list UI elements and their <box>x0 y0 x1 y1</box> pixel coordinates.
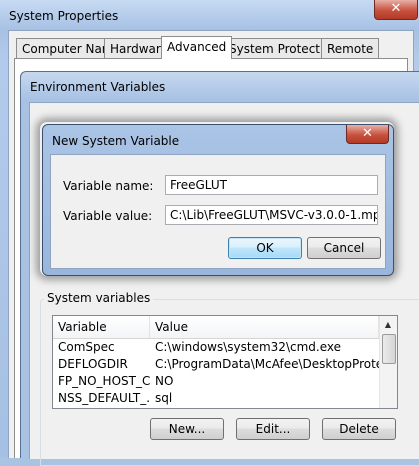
variable-value-cell: C:\windows\system32\cmd.exe <box>155 340 341 354</box>
dialog-title: Environment Variables <box>30 80 166 94</box>
vertical-scrollbar[interactable]: ▲ <box>379 316 397 408</box>
new-system-variable-dialog: New System Variable ✕ Variable name: Fre… <box>42 124 394 276</box>
tab-remote[interactable]: Remote <box>321 38 380 58</box>
variable-value-field[interactable]: C:\Lib\FreeGLUT\MSVC-v3.0.0-1.mp <box>165 205 378 225</box>
variable-name-cell: DEFLOGDIR <box>58 357 128 371</box>
variable-name-cell: ComSpec <box>58 340 115 354</box>
variable-value-label: Variable value: <box>63 209 153 223</box>
list-item[interactable]: NSS_DEFAULT_... sql <box>53 390 379 407</box>
variable-name-label: Variable name: <box>63 179 154 193</box>
column-header-value[interactable]: Value <box>150 316 379 338</box>
system-variables-label: System variables <box>44 291 154 305</box>
scroll-up-icon[interactable]: ▲ <box>381 317 395 332</box>
variable-value-cell: NO <box>155 374 174 388</box>
close-icon: ✕ <box>362 126 373 141</box>
variable-name-field[interactable]: FreeGLUT <box>165 175 378 195</box>
list-header: Variable Value <box>53 316 379 339</box>
list-item[interactable]: ComSpec C:\windows\system32\cmd.exe <box>53 339 379 356</box>
new-button[interactable]: New... <box>150 418 224 440</box>
close-button[interactable]: ✕ <box>346 125 389 144</box>
dialog-title: New System Variable <box>52 134 180 148</box>
list-item[interactable]: DEFLOGDIR C:\ProgramData\McAfee\DesktopP… <box>53 356 379 373</box>
close-icon: ✕ <box>390 1 402 16</box>
cancel-button[interactable]: Cancel <box>307 237 381 259</box>
system-variables-list[interactable]: Variable Value ComSpec C:\windows\system… <box>52 315 398 409</box>
variable-value-cell: C:\ProgramData\McAfee\DesktopProtec... <box>155 357 379 371</box>
edit-button[interactable]: Edit... <box>236 418 310 440</box>
delete-button[interactable]: Delete <box>322 418 396 440</box>
variable-value-cell: sql <box>155 391 173 405</box>
variable-name-cell: FP_NO_HOST_C... <box>58 374 150 388</box>
scrollbar-thumb[interactable] <box>382 334 396 364</box>
tab-advanced[interactable]: Advanced <box>161 36 233 59</box>
column-header-variable[interactable]: Variable <box>53 316 150 338</box>
window-title: System Properties <box>9 9 119 23</box>
ok-button[interactable]: OK <box>228 237 302 259</box>
list-item[interactable]: FP_NO_HOST_C... NO <box>53 373 379 390</box>
variable-name-cell: NSS_DEFAULT_... <box>58 391 150 405</box>
close-button[interactable]: ✕ <box>374 0 418 20</box>
dialog-body: Variable name: FreeGLUT Variable value: … <box>50 154 386 269</box>
